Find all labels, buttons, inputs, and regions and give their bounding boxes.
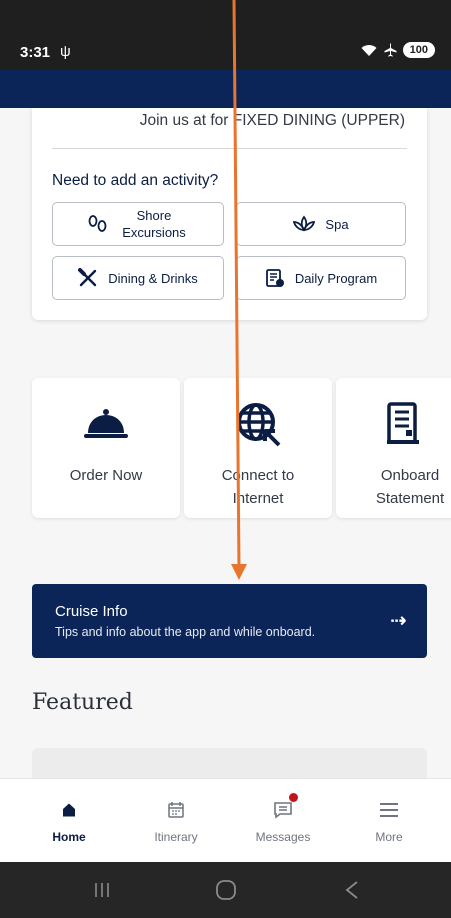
recent-apps-icon[interactable] [93,881,111,899]
home-icon [63,803,75,817]
nav-more[interactable]: More [344,779,434,863]
program-icon [265,269,284,287]
utensils-icon [78,268,97,287]
order-now-label: Order Now [69,467,143,484]
shore-excursions-label: Shore Excursions [122,208,186,240]
spa-label: Spa [325,216,349,232]
add-activity-heading: Need to add an activity? [52,172,219,189]
nav-home[interactable]: Home [24,779,114,863]
arrow-right-icon: ⇢ [390,610,407,632]
app-header [0,70,451,108]
back-icon[interactable] [344,880,360,900]
cruise-info-title: Cruise Info [55,603,128,620]
menu-icon [380,803,398,817]
nav-more-label: More [375,830,403,844]
messages-icon [274,802,292,819]
dining-drinks-button[interactable]: Dining & Drinks [52,256,224,300]
featured-heading: Featured [32,690,133,715]
spa-button[interactable]: Spa [236,202,406,246]
notification-badge [289,793,298,802]
cloche-icon [84,409,128,438]
daily-program-label: Daily Program [294,270,378,286]
shore-excursions-button[interactable]: Shore Excursions [52,202,224,246]
connect-internet-label: Connect to Internet [221,467,295,507]
divider [52,148,407,149]
activity-card: Join us at for FIXED DINING (UPPER) Need… [32,108,427,320]
globe-icon [237,403,281,447]
lotus-icon [293,215,316,232]
order-now-tile[interactable]: Order Now [32,378,180,518]
bottom-nav: Home Itinerary Messages More [0,778,451,862]
nav-messages-label: Messages [255,830,311,844]
cruise-info-banner[interactable]: Cruise Info Tips and info about the app … [32,584,427,658]
connect-internet-tile[interactable]: Connect to Internet [184,378,332,518]
wifi-icon [361,44,377,56]
battery-indicator: 100 [402,42,435,58]
dining-reservation-text: Join us at for FIXED DINING (UPPER) [139,112,405,129]
footprints-icon [88,215,107,232]
nav-home-label: Home [52,830,86,844]
daily-program-button[interactable]: Daily Program [236,256,406,300]
status-indicators: 100 [361,42,435,58]
nav-itinerary-label: Itinerary [154,830,198,844]
nav-itinerary[interactable]: Itinerary [131,779,221,863]
nav-messages[interactable]: Messages [238,779,328,863]
onboard-statement-label: Onboard Statement [375,467,445,507]
airplane-icon [384,43,397,57]
receipt-icon [387,402,419,444]
usb-icon: ψ [60,43,71,60]
dining-drinks-label: Dining & Drinks [108,270,198,286]
status-time: 3:31 [20,44,51,61]
calendar-icon [168,802,184,818]
cruise-info-subtitle: Tips and info about the app and while on… [55,625,316,639]
system-nav-bar [0,862,451,918]
home-system-icon[interactable] [215,879,237,901]
onboard-statement-tile[interactable]: Onboard Statement [336,378,451,518]
status-bar: 3:31 ψ 100 [0,0,451,70]
